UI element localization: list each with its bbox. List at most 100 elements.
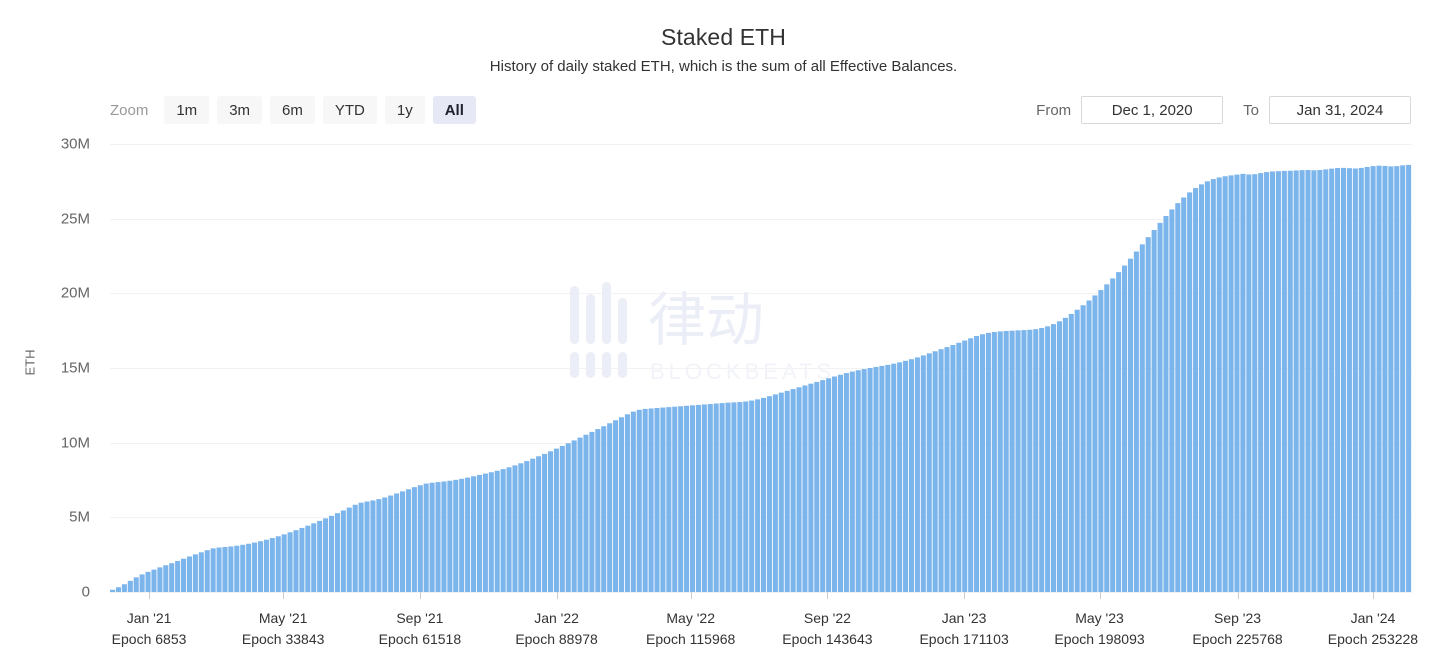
bar[interactable] [1157,222,1163,592]
bar[interactable] [1234,174,1240,593]
bar[interactable] [962,340,968,592]
bar[interactable] [110,589,116,592]
bar[interactable] [814,381,820,592]
bar[interactable] [1151,230,1157,592]
bar[interactable] [1050,324,1057,592]
bar[interactable] [411,487,417,592]
bar[interactable] [257,541,264,592]
bar[interactable] [145,571,151,592]
bar[interactable] [506,467,512,592]
bar[interactable] [1080,305,1086,592]
bar[interactable] [163,565,169,592]
bar[interactable] [778,392,784,592]
bar[interactable] [565,443,571,592]
bar[interactable] [1269,171,1276,593]
bar[interactable] [1139,244,1145,592]
bar[interactable] [340,510,346,592]
bar[interactable] [618,417,625,592]
bar[interactable] [820,380,826,592]
bar[interactable] [518,463,524,592]
bar[interactable] [979,334,986,592]
bar[interactable] [908,359,915,592]
bar[interactable] [855,370,861,592]
bar[interactable] [1110,278,1116,592]
bar[interactable] [328,515,335,592]
bar[interactable] [749,400,755,592]
bar[interactable] [1388,166,1394,592]
bar[interactable] [240,544,246,592]
bar[interactable] [175,560,181,592]
bar[interactable] [950,345,956,592]
bar[interactable] [293,530,299,592]
bar[interactable] [133,577,139,592]
bar[interactable] [926,353,932,592]
bar[interactable] [1329,168,1335,592]
bar[interactable] [636,409,642,592]
bar[interactable] [1045,326,1051,592]
bar[interactable] [405,489,411,592]
bar[interactable] [1340,167,1347,592]
bar[interactable] [1216,177,1222,592]
bar[interactable] [151,569,157,592]
bar[interactable] [471,476,477,592]
bar[interactable] [1382,165,1388,592]
bar[interactable] [1104,284,1110,592]
bar[interactable] [263,539,269,592]
bar[interactable] [435,482,441,592]
bar[interactable] [1394,166,1400,592]
bar[interactable] [1358,167,1364,592]
bar[interactable] [808,383,814,592]
bar[interactable] [181,558,187,592]
bar[interactable] [370,500,376,592]
bar[interactable] [222,547,228,592]
bar[interactable] [127,580,133,592]
bar[interactable] [861,369,867,592]
bar[interactable] [879,365,885,592]
bar[interactable] [642,408,648,592]
bar[interactable] [394,493,400,592]
bar[interactable] [695,404,701,592]
bar[interactable] [305,525,311,592]
bar[interactable] [453,479,459,592]
bar[interactable] [1169,209,1175,592]
bar[interactable] [186,556,193,592]
bar[interactable] [299,527,305,592]
bar[interactable] [1068,313,1074,592]
bar[interactable] [1228,175,1234,593]
bar[interactable] [459,478,465,592]
bar[interactable] [323,518,329,592]
bar[interactable] [624,414,630,592]
bar[interactable] [447,480,453,592]
bar[interactable] [914,357,920,592]
bar[interactable] [944,347,950,592]
bar[interactable] [1062,317,1068,592]
bar[interactable] [719,403,725,592]
bar[interactable] [737,402,743,592]
bar[interactable] [1163,215,1169,593]
bar[interactable] [1181,197,1187,592]
bar[interactable] [607,423,613,592]
bar[interactable] [204,550,210,592]
bar[interactable] [287,532,293,592]
bar[interactable] [441,481,447,592]
bar[interactable] [707,403,713,592]
bar[interactable] [1323,169,1329,592]
bar[interactable] [1299,170,1305,592]
bar[interactable] [1204,181,1210,592]
bar[interactable] [1021,330,1027,592]
bar[interactable] [358,502,364,592]
bar[interactable] [648,408,654,592]
bar[interactable] [1287,170,1293,593]
bar[interactable] [494,470,500,592]
bar[interactable] [269,538,275,592]
bar[interactable] [500,469,506,592]
bar[interactable] [1210,179,1216,592]
bar[interactable] [1145,237,1151,592]
bar[interactable] [121,584,127,592]
bar[interactable] [1364,167,1370,592]
bar[interactable] [1193,188,1199,593]
bar[interactable] [559,445,565,592]
bar[interactable] [530,458,536,592]
bar[interactable] [1187,192,1193,592]
bar[interactable] [1317,169,1323,593]
